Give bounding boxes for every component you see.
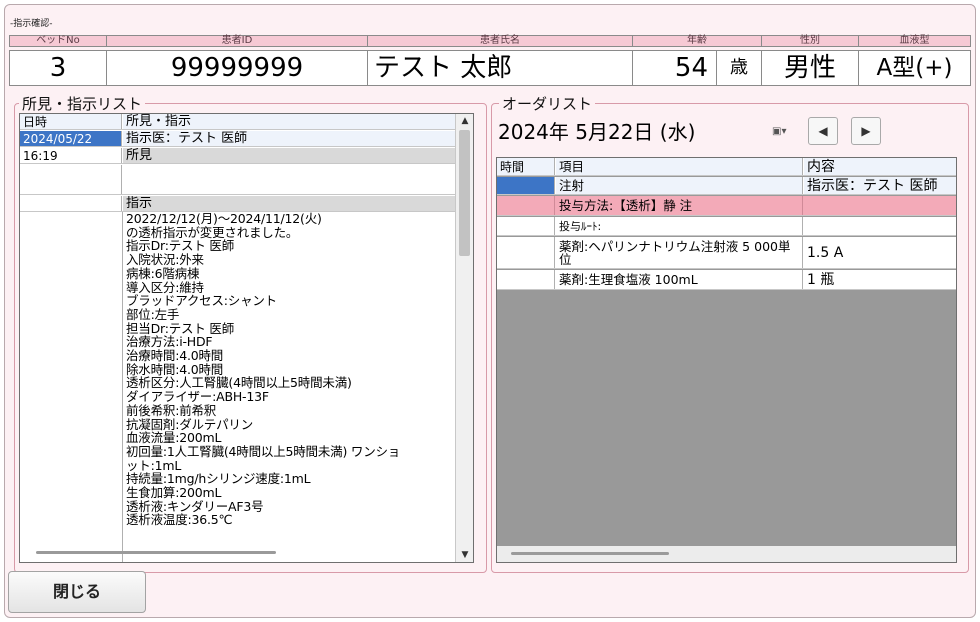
row-time — [497, 237, 555, 268]
bed-no-value: 3 — [9, 50, 107, 86]
order-header-row: 時間 項目 内容 — [497, 158, 956, 176]
scroll-thumb[interactable] — [459, 130, 470, 256]
order-date: 2024年 5月22日 (水) — [498, 120, 696, 144]
scroll-up-icon[interactable]: ▲ — [456, 114, 473, 128]
list-item-text — [123, 165, 456, 194]
next-date-button[interactable]: ▶ — [851, 117, 881, 145]
list-item[interactable]: 指示 — [20, 196, 456, 212]
list-item[interactable]: 2024/05/22 指示医：テスト 医師 — [20, 131, 456, 147]
row-item: 薬剤:ヘパリンナトリウム注射液 5 000単位 — [556, 237, 803, 268]
patient-name-label: 患者氏名 — [367, 35, 633, 47]
patient-id-label: 患者ID — [106, 35, 368, 47]
row-item: 投与方法:【透析】静 注 — [556, 196, 803, 215]
instruction-line: の透析指示が変更されました。 — [126, 224, 299, 240]
findings-title: 所見・指示リスト — [19, 96, 146, 112]
close-button[interactable]: 閉じる — [8, 571, 146, 613]
list-item-date — [20, 196, 122, 211]
date-dropdown-icon[interactable]: ▣▾ — [772, 126, 786, 138]
instruction-line: 担当Dr:テスト 医師 — [126, 320, 235, 336]
instruction-line: 入院状況:外来 — [126, 252, 204, 268]
findings-list[interactable]: 日時 所見・指示 2024/05/22 指示医：テスト 医師 16:19 所見 … — [19, 113, 474, 563]
col-content-header: 所見・指示 — [123, 114, 456, 129]
sex-value: 男性 — [761, 50, 859, 86]
table-row[interactable]: 投与ﾙｰﾄ: — [497, 217, 956, 236]
instruction-line: ット:1mL — [126, 457, 182, 473]
col-time-header: 時間 — [497, 158, 555, 175]
blood-type-label: 血液型 — [858, 35, 971, 47]
findings-vertical-scrollbar[interactable]: ▲ ▼ — [455, 114, 473, 562]
instruction-line: 前後希釈:前希釈 — [126, 402, 217, 418]
instruction-line: 治療方法:i-HDF — [126, 334, 213, 350]
list-item-date — [20, 165, 122, 194]
list-item-date: 16:19 — [20, 148, 122, 163]
row-item: 注射 — [556, 177, 803, 194]
instruction-line: 生食加算:200mL — [126, 485, 222, 501]
table-row[interactable]: 注射 指示医：テスト 医師 — [497, 177, 956, 195]
instruction-line: 除水時間:4.0時間 — [126, 361, 224, 377]
list-item-date: 2024/05/22 — [20, 131, 122, 146]
instruction-line: 治療時間:4.0時間 — [126, 348, 224, 364]
instruction-detail: 2022/12/12(月)～2024/11/12(火) の透析指示が変更されました… — [123, 212, 456, 562]
list-item-text: 指示医：テスト 医師 — [123, 131, 456, 146]
prev-date-button[interactable]: ◀ — [808, 117, 838, 145]
blood-type-value: A型(+) — [858, 50, 971, 86]
age-unit: 歳 — [716, 50, 762, 86]
instruction-confirm-window: -指示確認- ベッドNo 患者ID 患者氏名 年齢 性別 血液型 3 99999… — [4, 4, 976, 618]
instruction-line: 病棟:6階病棟 — [126, 265, 200, 281]
instruction-line: 透析液:キンダリーAF3号 — [126, 498, 264, 514]
findings-header-row: 日時 所見・指示 — [20, 114, 456, 130]
instruction-line: 血液流量:200mL — [126, 430, 222, 446]
instruction-line: 2022/12/12(月)～2024/11/12(火) — [126, 212, 322, 226]
instruction-line: 導入区分:維持 — [126, 279, 204, 295]
instruction-line: 部位:左手 — [126, 306, 180, 322]
instruction-line: 透析液温度:36.5℃ — [126, 512, 233, 528]
table-row[interactable]: 薬剤:ヘパリンナトリウム注射液 5 000単位 1.5 A — [497, 237, 956, 269]
orders-title: オーダリスト — [499, 96, 596, 112]
patient-id-value: 99999999 — [106, 50, 368, 86]
table-row[interactable]: 薬剤:生理食塩液 100mL 1 瓶 — [497, 270, 956, 290]
table-row[interactable]: 投与方法:【透析】静 注 — [497, 196, 956, 216]
row-content: 1 瓶 — [807, 272, 835, 288]
list-item-text: 指示 — [123, 196, 456, 211]
row-time — [497, 217, 555, 235]
row-content — [804, 196, 956, 215]
row-item: 投与ﾙｰﾄ: — [556, 217, 803, 235]
instruction-line: 抗凝固剤:ダルテパリン — [126, 416, 254, 432]
patient-name-value: テスト 太郎 — [367, 50, 633, 86]
row-content — [804, 217, 956, 235]
instruction-line: 指示Dr:テスト 医師 — [126, 238, 235, 254]
instruction-line: ブラッドアクセス:シャント — [126, 293, 277, 309]
row-content: 指示医：テスト 医師 — [804, 177, 956, 194]
window-title: -指示確認- — [10, 19, 53, 29]
col-content-header: 内容 — [804, 158, 956, 175]
row-time — [497, 177, 555, 194]
findings-horizontal-scrollbar[interactable] — [36, 551, 276, 554]
list-item[interactable] — [20, 165, 456, 195]
row-time — [497, 196, 555, 215]
list-item-text: 所見 — [123, 148, 456, 163]
row-content: 1.5 A — [807, 245, 844, 261]
scroll-down-icon[interactable]: ▼ — [456, 548, 473, 562]
instruction-line: 持続量:1mg/hシリンジ速度:1mL — [126, 471, 311, 487]
col-date-header: 日時 — [20, 114, 122, 129]
order-table[interactable]: 時間 項目 内容 注射 指示医：テスト 医師 投与方法:【透析】静 注 投与ﾙｰ… — [496, 157, 957, 563]
col-item-header: 項目 — [556, 158, 803, 175]
order-horizontal-scrollbar[interactable] — [497, 546, 956, 562]
list-item[interactable]: 16:19 所見 — [20, 148, 456, 164]
instruction-line: ダイアライザー:ABH-13F — [126, 389, 269, 405]
scroll-thumb[interactable] — [511, 552, 669, 555]
age-label: 年齢 — [632, 35, 762, 47]
instruction-line: 初回量:1人工腎臓(4時間以上5時間未満) ワンショ — [126, 443, 401, 459]
instruction-line: 透析区分:人工腎臓(4時間以上5時間未満) — [126, 375, 352, 391]
age-value: 54 — [632, 50, 717, 86]
bed-no-label: ベッドNo — [9, 35, 107, 47]
sex-label: 性別 — [761, 35, 859, 47]
row-time — [497, 270, 555, 289]
row-item: 薬剤:生理食塩液 100mL — [556, 270, 803, 289]
